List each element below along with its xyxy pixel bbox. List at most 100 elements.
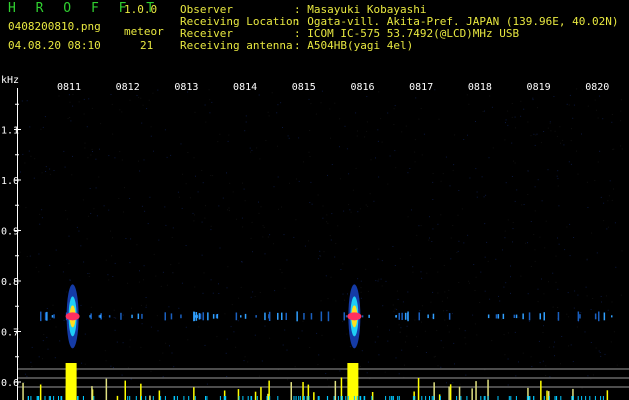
noise-dot [89,188,91,189]
noise-dot [396,308,398,310]
noise-dot [512,241,513,243]
noise-dot [564,249,566,251]
noise-bar [225,396,227,400]
noise-dot [210,229,212,231]
noise-dot [431,317,433,318]
noise-dot [458,240,460,242]
noise-bar [529,396,531,400]
noise-dot [69,101,71,103]
noise-dot [507,124,509,126]
noise-dot [416,234,418,236]
noise-dot [576,150,577,152]
noise-dot [401,349,403,351]
noise-dot [162,352,164,354]
noise-bar [127,396,129,400]
noise-dot [327,222,329,224]
noise-bar [543,396,545,400]
noise-dot [385,280,387,282]
noise-bar [58,396,59,400]
noise-dot [267,236,269,238]
noise-dot [559,126,561,128]
noise-dot [548,281,549,283]
noise-dot [432,291,434,293]
noise-dot [87,273,89,274]
noise-dot [140,97,142,99]
noise-dot [545,375,547,376]
echo-streak [137,313,140,319]
echo-streak [603,312,606,321]
noise-bar [277,396,279,400]
noise-dot [210,279,212,281]
noise-dot [349,346,351,348]
noise-dot [129,339,131,341]
noise-dot [432,181,434,183]
noise-dot [514,331,516,333]
noise-dot [327,174,328,176]
noise-dot [442,347,444,349]
noise-dot [557,307,559,308]
noise-dot [125,238,127,239]
noise-dot [530,221,532,222]
noise-dot [358,225,360,227]
count-bar [449,384,452,400]
echo-streak [404,312,407,320]
spectrogram: kHz1.11.00.90.80.70.6 0811 0812 0813 0814 08… [1,75,629,400]
noise-dot [71,174,73,176]
noise-bar [135,396,137,400]
noise-dot [419,310,421,312]
antenna-label: Receiving antenna [180,39,293,52]
noise-dot [93,208,95,210]
noise-dot [327,379,329,381]
noise-dot [100,123,102,125]
noise-dot [143,159,145,161]
noise-dot [67,117,69,119]
noise-dot [499,300,501,302]
echo-peak [347,312,362,321]
noise-dot [423,133,425,135]
noise-dot [124,187,125,189]
noise-dot [420,225,422,227]
noise-dot [304,245,306,247]
noise-dot [597,161,599,163]
echo-streak [46,311,48,321]
noise-dot [259,158,261,160]
noise-dot [548,346,550,348]
noise-dot [454,134,456,136]
noise-dot [428,239,430,241]
noise-dot [52,304,54,306]
noise-dot [616,364,618,366]
noise-dot [66,218,68,220]
noise-dot [23,382,25,384]
noise-dot [343,210,345,212]
noise-dot [245,121,247,123]
noise-dot [505,182,507,184]
noise-dot [527,293,529,295]
noise-bar [219,396,221,400]
noise-dot [441,300,443,302]
noise-bar [174,396,176,400]
noise-dot [505,119,507,121]
noise-dot [283,234,285,236]
noise-bar [256,396,258,400]
noise-dot [539,362,541,364]
noise-dot [510,276,511,278]
noise-dot [475,121,476,122]
noise-dot [80,245,82,247]
noise-dot [516,189,518,191]
echo-streak [539,313,541,320]
noise-dot [398,324,400,326]
echo-streak [407,311,409,322]
noise-dot [607,226,609,228]
noise-dot [570,344,572,346]
noise-dot [204,104,206,106]
noise-dot [348,204,350,206]
noise-dot [262,225,264,227]
noise-dot [474,290,476,291]
noise-bar [317,396,319,400]
noise-dot [481,176,483,178]
noise-dot [202,292,204,294]
noise-dot [330,239,332,241]
noise-dot [476,334,478,336]
echo-streak [193,311,195,322]
noise-dot [63,319,65,321]
